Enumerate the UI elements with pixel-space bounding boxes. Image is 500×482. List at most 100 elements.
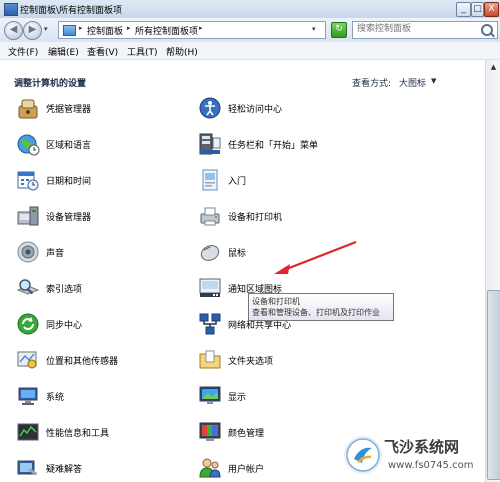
- close-button[interactable]: X: [484, 2, 499, 17]
- cp-item-label: 任务栏和「开始」菜单: [228, 141, 319, 151]
- cp-item-label: 性能信息和工具: [46, 429, 110, 439]
- address-dropdown-icon[interactable]: ▾: [312, 25, 316, 33]
- watermark-title: 飞沙系统网: [384, 438, 460, 456]
- system-icon: [18, 387, 38, 405]
- cp-item-label: 位置和其他传感器: [46, 357, 119, 367]
- back-button[interactable]: ◀: [4, 21, 23, 40]
- menu-tools[interactable]: 工具(T): [127, 45, 158, 58]
- folder-options-icon: [199, 350, 221, 369]
- vertical-scrollbar[interactable]: ▲: [485, 60, 500, 482]
- cp-item-getting-started[interactable]: 入门: [198, 168, 348, 194]
- notification-area-icon: [199, 278, 221, 297]
- title-bar: 控制面板\所有控制面板项 _ □ X: [0, 0, 500, 19]
- watermark-url: www.fs0745.com: [388, 460, 474, 471]
- cp-item-label: 设备管理器: [46, 213, 92, 223]
- view-by-dropdown[interactable]: 大图标: [399, 76, 426, 89]
- page-heading: 调整计算机的设置: [14, 79, 87, 89]
- breadcrumb-control-panel[interactable]: 控制面板: [87, 24, 123, 37]
- cp-item-label: 设备和打印机: [228, 213, 283, 223]
- cp-item-troubleshooting[interactable]: 疑难解答: [16, 456, 166, 482]
- cp-item-label: 区域和语言: [46, 141, 92, 151]
- search-input[interactable]: [355, 23, 479, 35]
- recent-pages-dropdown[interactable]: ▾: [44, 25, 48, 33]
- search-field[interactable]: [352, 21, 498, 39]
- cp-item-region-language[interactable]: 区域和语言: [16, 132, 166, 158]
- sync-center-icon: [17, 313, 39, 335]
- speaker-icon: [17, 241, 39, 263]
- cp-item-indexing[interactable]: 索引选项: [16, 276, 166, 302]
- troubleshoot-icon: [17, 460, 38, 476]
- cp-item-ease-of-access[interactable]: 轻松访问中心: [198, 96, 348, 122]
- cp-item-label: 同步中心: [46, 321, 83, 331]
- cp-item-location-sensors[interactable]: 位置和其他传感器: [16, 348, 166, 374]
- menu-file[interactable]: 文件(F): [8, 45, 38, 58]
- watermark: 飞沙系统网 www.fs0745.com: [344, 433, 494, 479]
- color-management-icon: [199, 422, 221, 441]
- forward-button[interactable]: ▶: [23, 21, 42, 40]
- cp-item-label: 系统: [46, 393, 65, 403]
- tooltip-title: 设备和打印机: [252, 297, 300, 306]
- cp-item-label: 疑难解答: [46, 465, 83, 475]
- cp-item-label: 凭据管理器: [46, 105, 92, 115]
- control-panel-items: 调整计算机的设置 查看方式: 大图标 ▼ 凭据管理器 区域和语言 日期和时间 设…: [0, 60, 485, 482]
- cp-item-sync-center[interactable]: 同步中心: [16, 312, 166, 338]
- cp-item-label: 用户帐户: [228, 465, 265, 475]
- cp-item-devices-printers[interactable]: 设备和打印机: [198, 204, 348, 230]
- device-manager-icon: [17, 206, 39, 226]
- display-icon: [199, 386, 221, 404]
- cp-item-color-management[interactable]: 颜色管理: [198, 420, 348, 446]
- refresh-button[interactable]: ↻: [331, 22, 347, 38]
- menu-view[interactable]: 查看(V): [87, 45, 118, 58]
- cp-item-folder-options[interactable]: 文件夹选项: [198, 348, 348, 374]
- globe-clock-icon: [17, 134, 40, 156]
- cp-item-label: 鼠标: [228, 249, 247, 259]
- breadcrumb-all-items[interactable]: 所有控制面板项: [135, 24, 198, 37]
- cp-item-taskbar-start-menu[interactable]: 任务栏和「开始」菜单: [198, 132, 348, 158]
- tooltip: 设备和打印机 查看和管理设备、打印机及打印作业: [248, 293, 394, 321]
- cp-item-label: 轻松访问中心: [228, 105, 283, 115]
- address-field[interactable]: ▸ 控制面板 ▸ 所有控制面板项 ▸ ▾: [58, 21, 326, 39]
- cp-item-display[interactable]: 显示: [198, 384, 348, 410]
- menu-help[interactable]: 帮助(H): [166, 45, 198, 58]
- breadcrumb-separator[interactable]: ▸: [199, 24, 203, 32]
- calendar-clock-icon: [17, 171, 39, 191]
- menu-bar: 文件(F) 编辑(E) 查看(V) 工具(T) 帮助(H): [0, 42, 500, 60]
- folder-icon: [63, 25, 76, 36]
- cp-item-device-manager[interactable]: 设备管理器: [16, 204, 166, 230]
- ease-of-access-icon: [199, 97, 221, 119]
- cp-item-label: 声音: [46, 249, 65, 259]
- credential-manager-icon: [18, 99, 38, 119]
- annotation-arrow: [274, 240, 357, 274]
- user-accounts-icon: [199, 458, 221, 478]
- chevron-down-icon[interactable]: ▼: [431, 77, 436, 85]
- mouse-icon: [200, 245, 220, 261]
- cp-item-credential-manager[interactable]: 凭据管理器: [16, 96, 166, 122]
- devices-printers-icon: [200, 207, 220, 226]
- performance-icon: [17, 423, 39, 441]
- control-panel-icon: [4, 3, 18, 16]
- indexing-icon: [16, 279, 40, 295]
- cp-item-label: 索引选项: [46, 285, 83, 295]
- cp-item-user-accounts[interactable]: 用户帐户: [198, 456, 348, 482]
- scroll-up-button[interactable]: ▲: [487, 60, 500, 74]
- cp-item-sound[interactable]: 声音: [16, 240, 166, 266]
- window-title: 控制面板\所有控制面板项: [20, 6, 123, 16]
- cp-item-label: 文件夹选项: [228, 357, 274, 367]
- cp-item-label: 日期和时间: [46, 177, 92, 187]
- search-icon[interactable]: [481, 24, 493, 36]
- address-bar: ◀ ▶ ▾ ▸ 控制面板 ▸ 所有控制面板项 ▸ ▾ ↻: [0, 18, 500, 43]
- breadcrumb-separator[interactable]: ▸: [127, 24, 131, 32]
- cp-item-label: 入门: [228, 177, 247, 187]
- location-sensor-icon: [17, 351, 37, 369]
- cp-item-date-time[interactable]: 日期和时间: [16, 168, 166, 194]
- view-by-label: 查看方式:: [352, 79, 392, 89]
- taskbar-icon: [199, 133, 221, 155]
- cp-item-system[interactable]: 系统: [16, 384, 166, 410]
- cp-item-label: 颜色管理: [228, 429, 265, 439]
- breadcrumb-separator[interactable]: ▸: [79, 24, 83, 32]
- minimize-button[interactable]: _: [456, 2, 471, 17]
- tooltip-description: 查看和管理设备、打印机及打印作业: [252, 308, 380, 317]
- maximize-button[interactable]: □: [471, 2, 484, 17]
- menu-edit[interactable]: 编辑(E): [48, 45, 79, 58]
- cp-item-performance[interactable]: 性能信息和工具: [16, 420, 166, 446]
